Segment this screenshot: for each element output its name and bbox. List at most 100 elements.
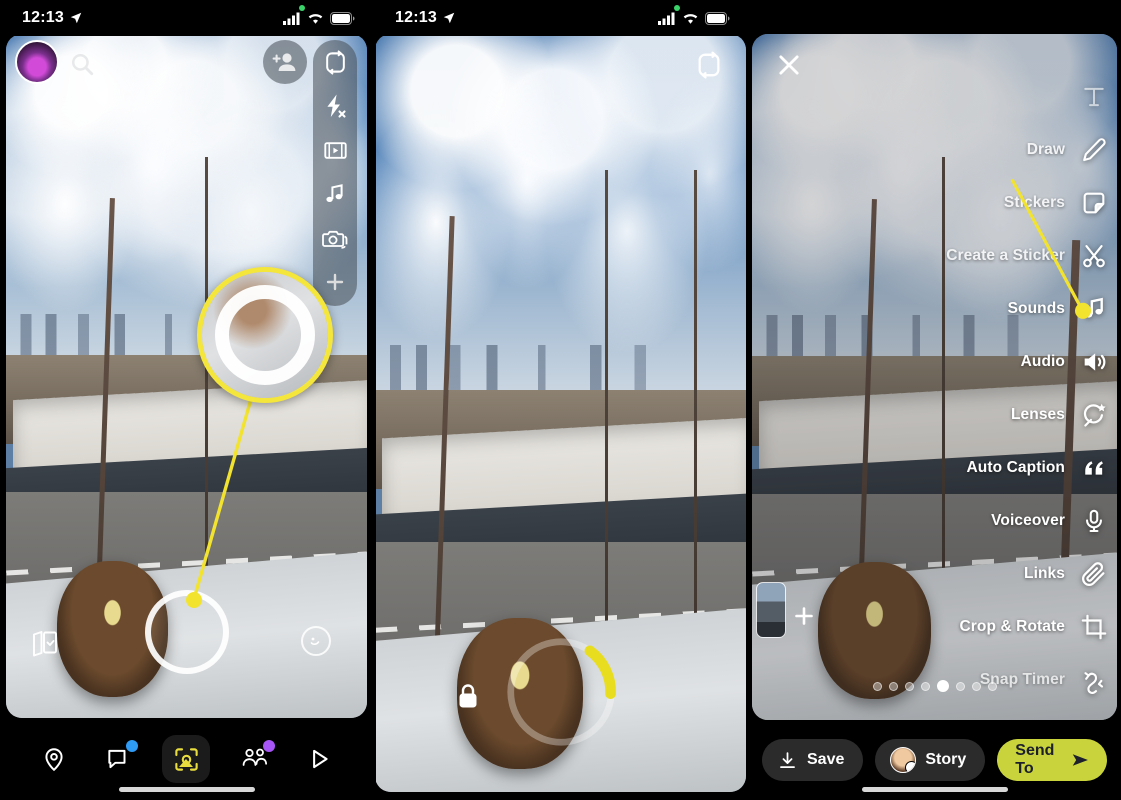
edit-tools-menu: Draw Stickers Create a Sticker Sounds Au… [781,70,1111,706]
menu-item-label: Crop & Rotate [959,617,1065,635]
panel-edit: Draw Stickers Create a Sticker Sounds Au… [748,0,1121,800]
screenshot-root: 12:13 12:13 Draw Stickers Create a Stick… [0,0,1121,800]
menu-item-label: Stickers [1003,193,1065,211]
crop-icon [1077,610,1111,644]
status-icons [283,11,355,25]
menu-item-label: Voiceover [991,511,1065,529]
menu-item-label: Lenses [1010,405,1065,423]
menu-item-stickers[interactable]: Stickers [781,176,1111,229]
menu-item-label: Audio [1020,352,1065,370]
avatar[interactable] [15,40,59,84]
page-dot-active[interactable] [936,680,949,692]
menu-item-voiceover[interactable]: Voiceover [781,494,1111,547]
menu-item-crop-rotate[interactable]: Crop & Rotate [781,600,1111,653]
status-bar: 12:13 [373,0,748,36]
status-time-group: 12:13 [22,9,83,27]
recording-viewport[interactable] [375,34,746,792]
flip-camera-icon[interactable] [692,48,726,82]
cellular-bars-icon [658,12,675,25]
menu-item-label: Auto Caption [966,458,1065,476]
menu-item-label: Draw [1026,140,1065,158]
panel-recording: 12:13 [373,0,748,800]
sidebar-item-camera[interactable] [162,735,211,783]
menu-item-label: Create a Sticker [946,246,1065,264]
sidebar-item-friends[interactable] [235,739,275,779]
page-dot[interactable] [987,681,997,691]
snap-preview-viewport[interactable]: Draw Stickers Create a Sticker Sounds Au… [752,34,1117,720]
story-avatar-icon [890,747,917,773]
multi-snap-icon[interactable] [320,223,350,253]
panel-camera: 12:13 [0,0,373,800]
page-dots[interactable] [872,680,997,692]
download-icon [780,751,795,768]
chat-badge [126,740,139,752]
lens-carousel-icon[interactable] [301,626,331,656]
recording-progress-ring[interactable] [503,634,619,750]
home-indicator [861,787,1008,792]
memories-icon[interactable] [30,626,64,660]
lock-recording-icon[interactable] [455,682,481,712]
status-icons [658,11,730,25]
magnifier-shutter [197,267,333,403]
menu-item-text[interactable] [781,70,1111,123]
scissors-icon [1077,239,1111,273]
menu-item-draw[interactable]: Draw [781,123,1111,176]
battery-icon [330,11,355,25]
music-note-icon [1077,292,1111,326]
status-time: 12:13 [22,9,64,26]
sidebar-item-map[interactable] [34,739,74,779]
lens-star-icon [1077,398,1111,432]
menu-item-label: Sounds [1007,299,1065,317]
recording-indicator-dot [299,5,305,11]
sticker-icon [1077,186,1111,220]
status-time: 12:13 [395,9,437,26]
microphone-icon [1077,504,1111,538]
active-tab-caret [179,759,194,767]
page-dot[interactable] [888,681,898,691]
menu-item-create-sticker[interactable]: Create a Sticker [781,229,1111,282]
plus-icon[interactable] [792,604,816,628]
menu-item-label: Links [1024,564,1065,582]
camera-tool-column [313,40,357,306]
send-to-button[interactable]: Send To [997,739,1107,781]
menu-item-lenses[interactable]: Lenses [781,388,1111,441]
save-button[interactable]: Save [762,739,864,781]
pencil-icon [1077,133,1111,167]
paperclip-icon [1077,557,1111,591]
music-icon[interactable] [320,179,350,209]
search-icon[interactable] [68,50,96,78]
send-label: Send To [1015,742,1055,777]
battery-icon [705,11,730,25]
timeline-icon[interactable] [320,135,350,165]
location-arrow-icon [70,12,82,24]
sidebar-item-spotlight[interactable] [299,739,339,779]
page-dot[interactable] [971,681,981,691]
menu-item-auto-caption[interactable]: Auto Caption [781,441,1111,494]
page-dot[interactable] [920,681,930,691]
status-time-group: 12:13 [395,9,456,27]
page-dot[interactable] [955,681,965,691]
friends-badge [262,740,275,752]
menu-item-links[interactable]: Links [781,547,1111,600]
wifi-icon [308,13,323,24]
story-button[interactable]: Story [875,739,986,781]
home-indicator [118,787,255,792]
page-dot[interactable] [904,681,914,691]
page-dot[interactable] [872,681,882,691]
location-arrow-icon [443,12,455,24]
story-label: Story [925,751,967,768]
add-friend-icon[interactable] [263,40,307,84]
menu-item-sounds[interactable]: Sounds [781,282,1111,335]
send-arrow-icon [1073,754,1089,766]
snap-thumbnail[interactable] [756,582,786,638]
shutter-button[interactable] [144,590,229,674]
wifi-icon [683,13,698,24]
menu-item-audio[interactable]: Audio [781,335,1111,388]
text-icon [1077,80,1111,114]
sidebar-item-chat[interactable] [98,739,139,779]
flip-camera-icon[interactable] [320,47,350,77]
loop-timer-icon [1077,663,1111,697]
flash-off-icon[interactable] [320,91,350,121]
save-label: Save [807,751,845,768]
cellular-bars-icon [283,12,300,25]
